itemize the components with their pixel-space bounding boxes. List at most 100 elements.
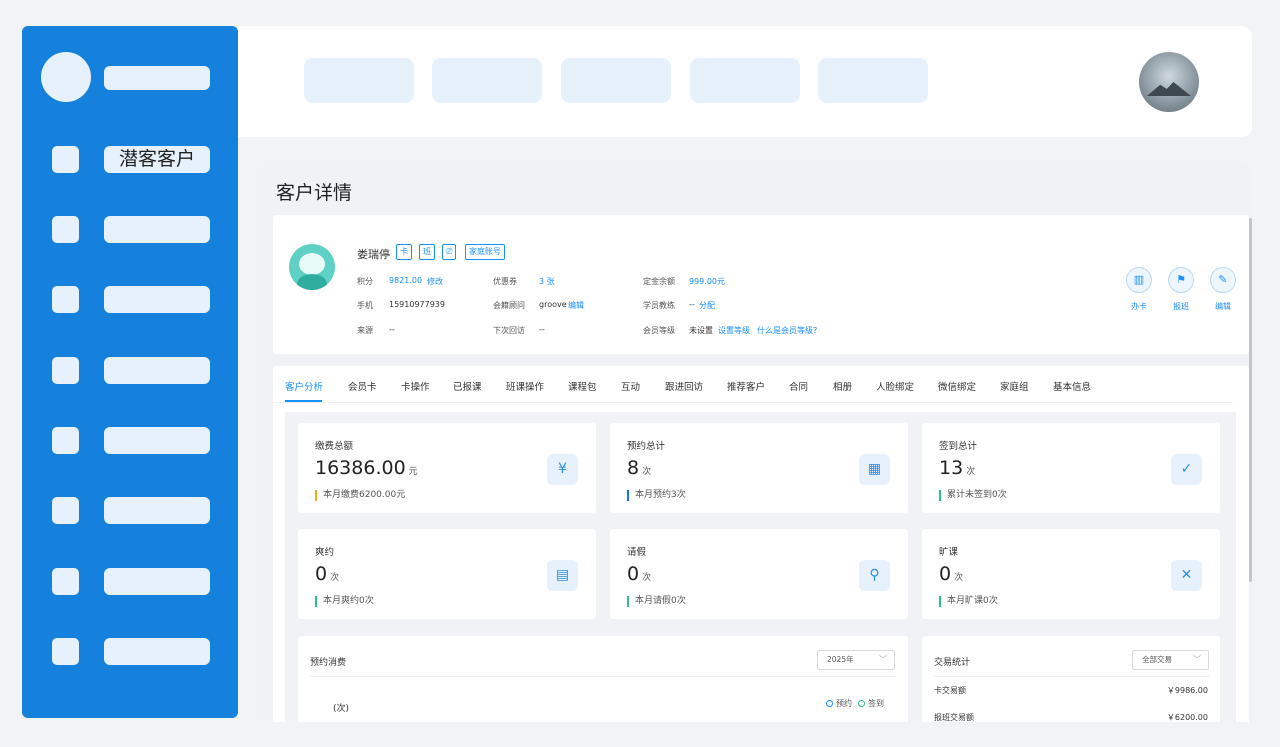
sidebar-item-leads[interactable]: 潜客客户 xyxy=(52,146,210,174)
transaction-row-label: 卡交易额 xyxy=(934,686,966,695)
transaction-row-value: ￥6200.00 xyxy=(1166,713,1208,722)
chevron-down-icon: ﹀ xyxy=(879,655,887,664)
points-edit-link[interactable]: 修改 xyxy=(427,276,443,287)
consumption-title: 预约消费 xyxy=(310,658,347,668)
user-avatar[interactable] xyxy=(1139,52,1199,112)
tab-card-ops[interactable]: 卡操作 xyxy=(401,379,430,393)
customer-avatar xyxy=(289,244,335,290)
member-level-value: 未设置 xyxy=(689,326,713,335)
stat-title: 签到总计 xyxy=(939,441,978,452)
tab-analysis[interactable]: 客户分析 xyxy=(285,379,323,393)
top-bar xyxy=(238,26,1252,137)
tab-class-ops[interactable]: 班课操作 xyxy=(506,379,544,393)
scrollbar[interactable] xyxy=(1249,218,1252,582)
sidebar-item-label xyxy=(104,286,210,313)
transaction-panel: 交易统计 全部交易 ﹀ 卡交易额 ￥9986.00 报班交易额 ￥6200.00 xyxy=(922,636,1220,722)
divider xyxy=(934,676,1210,677)
stat-value: 0次 xyxy=(315,563,340,585)
tab-enrolled[interactable]: 已报课 xyxy=(453,379,482,393)
card-tag[interactable]: 卡 xyxy=(396,244,412,260)
y-axis-unit: (次) xyxy=(333,704,350,714)
top-nav-tab[interactable] xyxy=(818,58,928,103)
sidebar-item[interactable] xyxy=(52,497,210,525)
yen-refresh-icon: ¥ xyxy=(547,454,578,485)
transaction-filter-select[interactable]: 全部交易 ﹀ xyxy=(1132,650,1209,670)
sidebar-item[interactable] xyxy=(52,286,210,314)
class-icon[interactable]: ⚑ xyxy=(1168,267,1194,293)
top-nav-tab[interactable] xyxy=(690,58,800,103)
deposit-value[interactable]: 999.00元 xyxy=(689,276,725,287)
source-label: 来源 xyxy=(357,326,373,335)
detail-panel: 客户分析 会员卡 卡操作 已报课 班课操作 课程包 互动 跟进回访 推荐客户 合… xyxy=(273,366,1249,722)
customer-name: 娄瑞停 xyxy=(357,248,390,261)
legend-booking[interactable]: 预约 xyxy=(826,698,852,709)
tab-referral[interactable]: 推荐客户 xyxy=(727,379,765,393)
level-help-link[interactable]: 什么是会员等级? xyxy=(757,325,817,336)
edit-icon[interactable]: ✎ xyxy=(1210,267,1236,293)
sidebar-item[interactable] xyxy=(52,427,210,455)
detail-tabs: 客户分析 会员卡 卡操作 已报课 班课操作 课程包 互动 跟进回访 推荐客户 合… xyxy=(273,366,1233,403)
stat-card: 缴费总额 16386.00 元 本月缴费6200.00元 ¥ xyxy=(298,423,596,513)
class-tag[interactable]: 班 xyxy=(419,244,435,260)
tab-basic-info[interactable]: 基本信息 xyxy=(1053,379,1091,393)
next-visit-value: -- xyxy=(539,325,545,334)
stat-sub: 本月爽约0次 xyxy=(315,596,374,607)
stat-title: 缴费总额 xyxy=(315,441,354,452)
transaction-title: 交易统计 xyxy=(934,658,971,668)
divider xyxy=(310,676,896,677)
stat-value: 13 次 xyxy=(939,457,976,479)
card-icon[interactable]: ▥ xyxy=(1126,267,1152,293)
sidebar-item[interactable] xyxy=(52,638,210,666)
set-level-link[interactable]: 设置等级 xyxy=(718,325,750,336)
tab-interaction[interactable]: 互动 xyxy=(621,379,640,393)
calendar-clock-icon: ▦ xyxy=(859,454,890,485)
sidebar-brand xyxy=(104,66,210,90)
member-level-label: 会员等级 xyxy=(643,326,675,335)
tab-family[interactable]: 家庭组 xyxy=(1000,379,1029,393)
stat-value: 0次 xyxy=(939,563,964,585)
sidebar-item-label: 潜客客户 xyxy=(104,146,210,173)
coach-assign-link[interactable]: 分配 xyxy=(699,300,715,311)
sidebar-item-icon xyxy=(52,497,79,524)
tab-face[interactable]: 人脸绑定 xyxy=(876,379,914,393)
family-account-tag[interactable]: 家庭账号 xyxy=(465,244,505,260)
sidebar-item[interactable] xyxy=(52,357,210,385)
enroll-class-button[interactable]: 报班 xyxy=(1161,301,1201,312)
sidebar-avatar[interactable] xyxy=(41,52,91,102)
top-nav-tab[interactable] xyxy=(304,58,414,103)
sidebar-item-icon xyxy=(52,286,79,313)
sidebar-item-label xyxy=(104,497,210,524)
stat-value: 0次 xyxy=(627,563,652,585)
legend-signin[interactable]: 签到 xyxy=(858,698,884,709)
tab-course-pack[interactable]: 课程包 xyxy=(568,379,597,393)
phone-label: 手机 xyxy=(357,301,373,310)
tab-follow-up[interactable]: 跟进回访 xyxy=(665,379,703,393)
advisor-value: groove xyxy=(539,300,567,309)
sidebar-item-label xyxy=(104,357,210,384)
sidebar-item[interactable] xyxy=(52,216,210,244)
top-nav-tab[interactable] xyxy=(561,58,671,103)
sidebar-item-label xyxy=(104,568,210,595)
next-visit-label: 下次回访 xyxy=(493,326,525,335)
issue-card-button[interactable]: 办卡 xyxy=(1119,301,1159,312)
tab-album[interactable]: 相册 xyxy=(833,379,852,393)
stat-card: 旷课 0次 本月旷课0次 ✕ xyxy=(922,529,1220,619)
transaction-row-label: 报班交易额 xyxy=(934,713,974,722)
coupon-value[interactable]: 3 张 xyxy=(539,276,555,287)
transaction-row-value: ￥9986.00 xyxy=(1166,686,1208,695)
sidebar-item[interactable] xyxy=(52,568,210,596)
top-nav-tab[interactable] xyxy=(432,58,542,103)
calendar-check-icon: ✓ xyxy=(1171,454,1202,485)
wechat-tag[interactable]: ⎚ xyxy=(442,244,457,260)
sidebar: 潜客客户 xyxy=(22,26,238,718)
advisor-edit-link[interactable]: 编辑 xyxy=(568,300,584,311)
coupon-label: 优惠券 xyxy=(493,277,517,286)
consumption-panel: 预约消费 2025年 ﹀ (次) 预约 签到 xyxy=(298,636,908,722)
stat-title: 旷课 xyxy=(939,547,959,558)
page-title: 客户详情 xyxy=(276,182,353,204)
tab-wechat[interactable]: 微信绑定 xyxy=(938,379,976,393)
tab-contract[interactable]: 合同 xyxy=(789,379,808,393)
tab-member-card[interactable]: 会员卡 xyxy=(348,379,377,393)
edit-button[interactable]: 编辑 xyxy=(1203,301,1243,312)
year-select[interactable]: 2025年 ﹀ xyxy=(817,650,895,670)
